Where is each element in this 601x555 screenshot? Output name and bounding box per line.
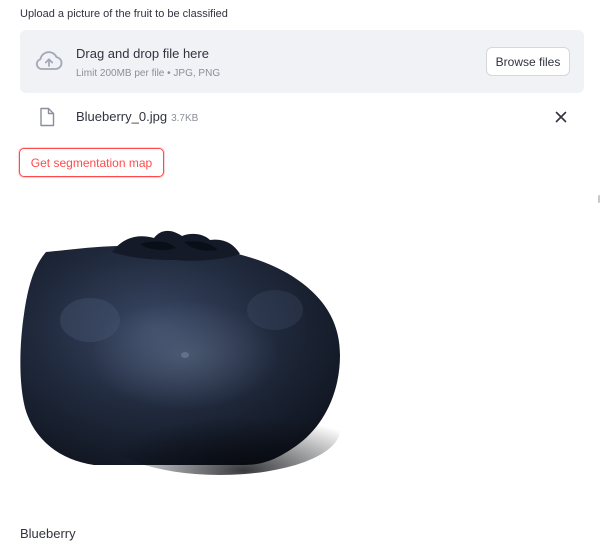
uploaded-file-row: Blueberry_0.jpg 3.7KB [20,104,584,130]
remove-file-button[interactable] [552,108,570,126]
browse-files-button[interactable]: Browse files [486,47,570,76]
dropzone-title: Drag and drop file here [76,46,209,61]
blueberry-image [20,230,340,475]
file-name: Blueberry_0.jpg [76,109,168,124]
scroll-edge-marker [598,195,600,203]
get-segmentation-map-button[interactable]: Get segmentation map [19,148,164,177]
file-size: 3.7KB [171,113,199,124]
file-dropzone[interactable]: Drag and drop file here Limit 200MB per … [20,30,584,93]
close-icon [555,111,567,123]
uploader-label: Upload a picture of the fruit to be clas… [20,8,228,20]
prediction-label: Blueberry [20,526,76,541]
dropzone-limits: Limit 200MB per file • JPG, PNG [76,68,221,79]
cloud-upload-icon [35,51,63,70]
file-icon [40,107,55,127]
file-name-text: Blueberry_0.jpg 3.7KB [76,109,198,127]
